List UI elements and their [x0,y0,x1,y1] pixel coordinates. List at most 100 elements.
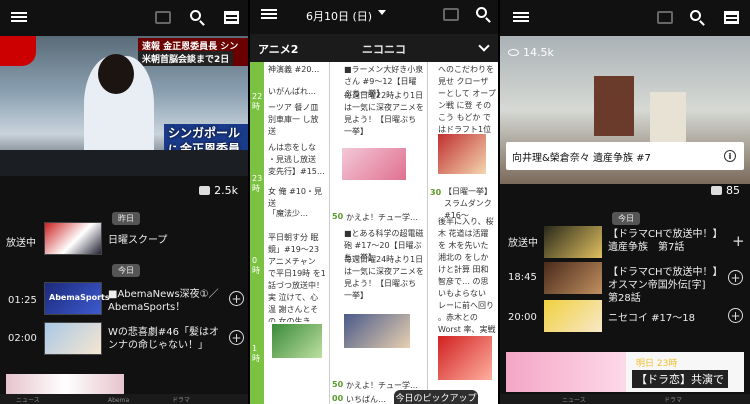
minute-label: 30 [430,188,442,197]
nav-item[interactable]: ニュース [562,395,586,404]
hour-label: 23時 [252,174,263,193]
row-time: 20:00 [508,312,537,323]
row-title[interactable]: ■AbemaNews深夜①／AbemaSports！ [108,288,220,314]
program-thumbnail[interactable] [544,226,602,258]
add-icon[interactable]: + [732,232,745,250]
menu-icon[interactable] [260,5,278,23]
nav-item[interactable]: ニュース [16,395,40,404]
comment-count: 85 [726,184,740,197]
panel-news-channel: 速報 金正恩委員長 シンガポール到着 米朝首脳会談まで2日 シンガポールに到着 … [0,0,248,404]
minute-label: 50 [332,212,344,221]
section-today: 今日 [112,264,140,277]
schedule-column: ■ラーメン大好き小泉さん #9〜12【日曜ぶち一挙】 毎週日曜22時より1日は一… [330,62,428,404]
minute-label: 00 [332,394,344,403]
program-cell[interactable]: 神演義 #20… [268,64,326,76]
schedule-column: へのこだわりを見せ クローザーとして オープン戦 に登 そのこう もどか ではド… [428,62,498,404]
comment-icon [711,186,722,195]
cast-icon[interactable] [154,8,172,26]
program-cell[interactable]: 平日朝す分 眠鏡」#19〜23 アニメチャン で平日19時 を1話づつ放送中！実… [268,232,326,322]
date-selector[interactable]: 6月10日 (日) [306,8,372,24]
row-time: 放送中 [6,238,36,249]
program-thumbnail[interactable]: AbemaSports [44,282,110,315]
program-cell[interactable]: 女 俺 #10・見送 [268,186,326,210]
program-cell[interactable]: 毎週日曜24時より1日は一気に深夜アニメを見よう！【日曜ぶち一挙】 [344,254,424,302]
row-title[interactable]: 【ドラマCHで放送中！】オスマン帝国外伝[字] 第28話 [608,266,720,305]
row-title[interactable]: 【ドラマCHで放送中！】遺産争族 第7話 [608,228,720,254]
program-thumbnail[interactable] [438,336,492,380]
channel-list-icon[interactable] [722,8,740,26]
nav-item[interactable]: Abema [108,397,129,404]
row-title[interactable]: 日曜スクープ [108,234,167,247]
promo-title: 【ドラ恋】共演で [632,370,728,388]
channel-logo[interactable]: ニコニコ [362,41,406,57]
now-playing-title[interactable]: 向井理&榮倉奈々 遺産争族 #7 i [506,142,744,170]
promo-image [506,352,626,392]
program-thumbnail[interactable] [342,148,406,180]
program-thumbnail[interactable] [544,262,602,294]
promo-banner[interactable] [6,374,124,394]
row-time: 02:00 [8,333,37,344]
hour-label: 22時 [252,92,263,111]
promo-time: 明日 23時 [636,359,678,369]
promo-banner[interactable]: 明日 23時 【ドラ恋】共演で [506,352,744,392]
comment-counter[interactable]: 2.5k [199,184,238,197]
program-cell[interactable]: 後半に入り、桜木 花道は活躍を 木を先いた湘北の をしかけと計算 田和智彦で… … [438,216,496,336]
presenter-hair [98,54,134,94]
search-icon[interactable] [474,5,492,23]
program-thumbnail[interactable] [44,222,102,255]
todays-pickup-button[interactable]: 今日のピックアップ [394,390,478,404]
row-title[interactable]: ニセコイ #17〜18 [608,312,695,325]
program-cell[interactable]: いがんばれ… [268,86,326,98]
add-reminder-icon[interactable]: + [229,330,244,345]
channel-logo-anime2[interactable]: アニメ2 [258,41,298,57]
comment-counter[interactable]: 85 [711,184,740,197]
program-thumbnail[interactable] [44,322,102,355]
cast-icon[interactable] [442,5,460,23]
add-reminder-icon[interactable]: + [728,270,743,285]
info-icon[interactable]: i [724,150,736,162]
row-title[interactable]: Wの悲喜劇#46「髪はオンナの命じゃない！」 [108,326,220,352]
channel-list-icon[interactable] [222,8,240,26]
cast-icon[interactable] [656,8,674,26]
program-cell[interactable]: 毎週日曜22時より1日は一気に深夜アニメを見よう！【日曜ぶち一挙】 [344,90,424,138]
program-thumbnail[interactable] [272,324,322,358]
nav-item[interactable]: ドラマ [664,395,682,404]
add-reminder-icon[interactable]: + [229,291,244,306]
view-count: 14.5k [523,46,554,59]
comment-icon [199,186,211,195]
program-cell[interactable]: ーツア 餐ノ皿 別車庫一 し放送 [268,102,326,138]
nav-item[interactable]: ドラマ [172,395,190,404]
program-cell[interactable]: へのこだわりを見せ クローザーとして オープン戦 に登 そのこう もどか ではド… [438,64,496,134]
bottom-nav: ニュース Abema ドラマ [0,394,248,404]
search-icon[interactable] [688,8,706,26]
menu-icon[interactable] [512,8,530,26]
panel-drama-channel: 14.5k 向井理&榮倉奈々 遺産争族 #7 i 85 今日 放送中 【ドラマC… [500,0,750,404]
comment-count: 2.5k [214,184,238,197]
hour-label: 1時 [252,344,260,363]
news-logo [0,36,36,66]
program-cell[interactable]: 「魔法少… [268,208,326,220]
menu-icon[interactable] [10,8,28,26]
scene-figure [594,76,634,136]
row-time: 01:25 [8,295,37,306]
search-icon[interactable] [188,8,206,26]
program-cell[interactable]: んは恋をしな ・見逃し放送 変先行】#15… [268,142,326,178]
row-time: 18:45 [508,272,537,283]
top-bar [500,0,750,34]
program-thumbnail[interactable] [544,300,602,332]
hour-column: 22時 23時 0時 1時 [250,62,264,404]
program-thumbnail[interactable] [344,314,410,348]
program-thumbnail[interactable] [438,134,486,174]
chevron-down-icon[interactable] [378,10,386,15]
hour-label: 0時 [252,256,260,275]
program-cell[interactable]: かえよ！チュー学… [346,212,426,224]
collapse-icon[interactable] [478,40,490,52]
section-yesterday: 昨日 [112,212,140,225]
add-reminder-icon[interactable]: + [728,308,743,323]
video-player[interactable]: 速報 金正恩委員長 シンガポール到着 米朝首脳会談まで2日 シンガポールに到着 … [0,36,248,176]
section-today: 今日 [612,212,640,225]
bottom-nav: ニュース ドラマ [500,394,750,404]
top-bar: 6月10日 (日) [250,0,498,34]
scene-figure [650,92,686,146]
row-time: 放送中 [508,238,538,249]
